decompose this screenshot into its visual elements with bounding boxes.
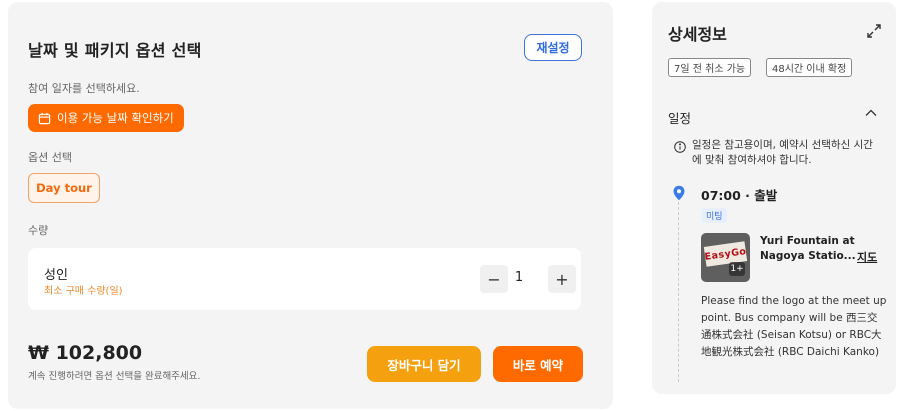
option-label: 옵션 선택	[28, 151, 72, 164]
meeting-point-photo[interactable]: EasyGo 1+	[701, 233, 750, 282]
location-pin-icon	[673, 185, 685, 201]
price-note: 계속 진행하려면 옵션 선택을 완료해주세요.	[28, 371, 201, 382]
chevron-up-icon[interactable]	[864, 106, 878, 120]
total-price: ₩ 102,800	[28, 342, 143, 364]
booking-panel: 날짜 및 패키지 옵션 선택 재설정 참여 일자를 선택하세요. 이용 가능 날…	[8, 2, 613, 409]
cancel-policy-tag: 7일 전 취소 가능	[668, 58, 752, 77]
add-to-cart-button[interactable]: 장바구니 담기	[367, 346, 481, 382]
option-day-tour[interactable]: Day tour	[28, 173, 100, 203]
itinerary-notice: 일정은 참고용이며, 예약시 선택하신 시간에 맞춰 참여하셔야 합니다.	[692, 139, 873, 166]
page-title: 날짜 및 패키지 옵션 선택	[28, 41, 202, 60]
date-prompt: 참여 일자를 선택하세요.	[28, 82, 140, 95]
meeting-badge: 미팅	[702, 208, 727, 223]
reset-button[interactable]: 재설정	[524, 34, 582, 61]
check-dates-button[interactable]: 이용 가능 날짜 확인하기	[28, 104, 184, 132]
quantity-card: 성인 최소 구매 수량(일) − 1 +	[28, 248, 581, 310]
expand-icon[interactable]	[866, 23, 882, 39]
calendar-icon	[38, 112, 51, 124]
quantity-value: 1	[514, 270, 524, 285]
photo-count-badge: 1+	[729, 262, 745, 276]
quantity-label: 수량	[28, 224, 49, 237]
book-now-button[interactable]: 바로 예약	[493, 346, 583, 382]
itinerary-title: 일정	[668, 111, 692, 126]
min-purchase-note: 최소 구매 수량(일)	[44, 286, 123, 297]
details-title: 상세정보	[668, 25, 727, 44]
details-panel: 상세정보 7일 전 취소 가능 48시간 이내 확정 일정 일정은 참고용이며,…	[652, 2, 896, 394]
ticket-type-name: 성인	[44, 268, 68, 283]
confirm-time-tag: 48시간 이내 확정	[766, 58, 853, 77]
stop-time: 07:00 · 출발	[701, 188, 778, 203]
timeline-line	[678, 202, 679, 382]
map-link[interactable]: 지도	[857, 249, 877, 265]
info-icon	[674, 141, 686, 153]
check-dates-label: 이용 가능 날짜 확인하기	[57, 111, 174, 125]
meeting-place-name: Yuri Fountain at Nagoya Statio...	[760, 235, 856, 262]
increase-button[interactable]: +	[548, 265, 576, 293]
decrease-button[interactable]: −	[480, 265, 508, 293]
meeting-point-description: Please find the logo at the meet up poin…	[701, 295, 887, 358]
